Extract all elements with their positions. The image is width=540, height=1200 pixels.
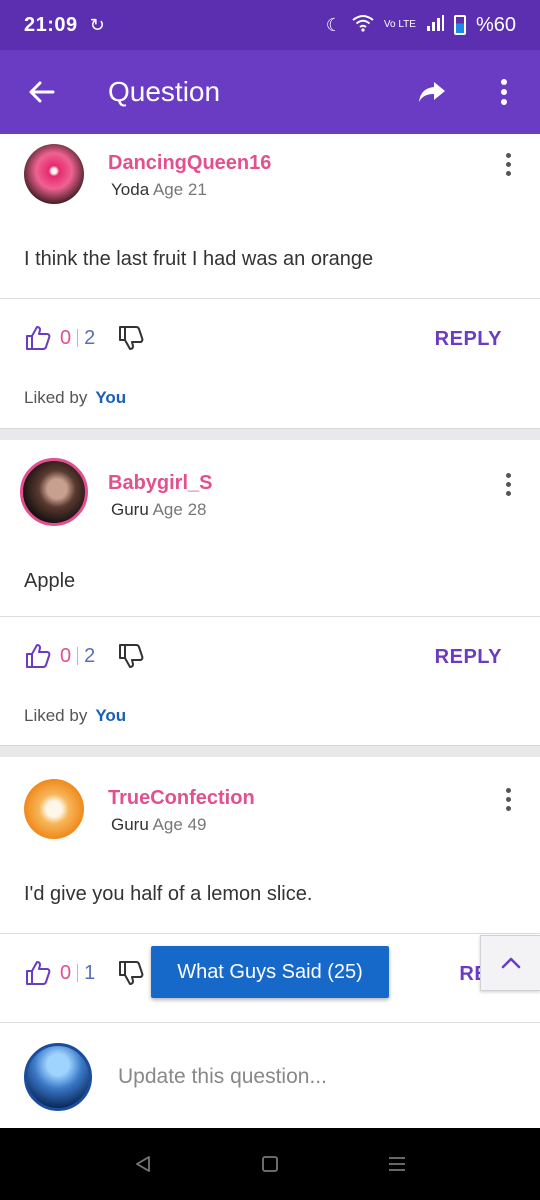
user-level: Guru [111,500,149,519]
count-separator [77,647,79,665]
divider [0,933,540,934]
status-icons: ☾ Vo LTE %60 [326,14,516,37]
status-bar: 21:09 ↻ ☾ Vo LTE %60 [0,0,540,50]
nav-back-icon[interactable] [123,1144,163,1184]
share-icon [419,82,445,102]
signal-icon [426,14,444,36]
card-gap [0,745,540,757]
answer-more-button[interactable] [496,466,520,502]
thumb-down-icon[interactable] [117,324,145,352]
user-age: Age 21 [152,180,207,199]
answer-more-button[interactable] [496,781,520,817]
vote-row: 0 1 [24,953,145,993]
liked-by-user[interactable]: You [95,388,126,407]
card-gap [0,428,540,440]
answer-card: Babygirl_S Guru Age 28 Apple 0 2 REPLY L… [0,440,540,745]
liked-by: Liked by You [24,706,126,726]
count-separator [77,329,79,347]
username[interactable]: DancingQueen16 [108,152,271,175]
user-level: Guru [111,815,149,834]
system-nav-bar [0,1128,540,1200]
vote-total: 1 [84,961,96,984]
like-count: 0 [60,326,72,349]
update-question-bar[interactable]: Update this question... [0,1022,540,1128]
reply-button[interactable]: REPLY [435,328,502,351]
divider [0,298,540,299]
nav-recents-icon[interactable] [377,1144,417,1184]
status-time: 21:09 [24,13,78,36]
vote-row: 0 2 [24,318,145,358]
back-button[interactable] [0,50,84,134]
chevron-up-icon [501,957,520,969]
current-user-avatar [24,1043,92,1111]
thumb-down-icon[interactable] [117,642,145,670]
username[interactable]: Babygirl_S [108,472,212,495]
answer-more-button[interactable] [496,146,520,182]
more-vert-icon [501,79,507,105]
answer-text: I think the last fruit I had was an oran… [24,248,374,270]
vote-total: 2 [84,326,96,349]
scroll-to-top-button[interactable] [480,935,540,991]
like-count: 0 [60,961,72,984]
share-button[interactable] [396,50,468,134]
nav-home-icon[interactable] [250,1144,290,1184]
sync-icon: ↻ [89,14,105,35]
username[interactable]: TrueConfection [108,787,255,810]
avatar[interactable] [20,458,88,526]
vote-total: 2 [84,644,96,667]
answers-feed: DancingQueen16 Yoda Age 21 I think the l… [0,134,540,1022]
divider [0,616,540,617]
more-options-button[interactable] [468,50,540,134]
user-age: Age 28 [152,500,207,519]
user-meta: Guru Age 49 [111,815,206,835]
user-meta: Guru Age 28 [111,500,206,520]
liked-by-label: Liked by [24,388,88,407]
moon-icon: ☾ [325,14,342,35]
wifi-icon [352,14,374,37]
page-title: Question [108,76,221,107]
user-meta: Yoda Age 21 [111,180,207,200]
liked-by-user[interactable]: You [95,706,126,725]
answer-card: DancingQueen16 Yoda Age 21 I think the l… [0,134,540,428]
what-guys-said-button[interactable]: What Guys Said (25) [151,946,389,998]
thumb-up-icon[interactable] [24,324,52,352]
thumb-down-icon[interactable] [117,959,145,987]
answer-text: I'd give you half of a lemon slice. [24,883,313,905]
battery-icon [453,15,466,35]
thumb-up-icon[interactable] [24,959,52,987]
liked-by-label: Liked by [24,706,88,725]
user-age: Age 49 [152,815,207,834]
volte-label: Vo LTE [383,19,416,30]
avatar[interactable] [24,779,84,839]
update-question-input[interactable]: Update this question... [118,1065,327,1089]
thumb-up-icon[interactable] [24,642,52,670]
app-bar: Question [0,50,540,134]
battery-percent: %60 [475,13,516,36]
avatar[interactable] [24,144,84,204]
count-separator [77,964,79,982]
reply-button[interactable]: REPLY [435,646,502,669]
vote-row: 0 2 [24,636,145,676]
answer-text: Apple [24,570,76,592]
arrow-left-icon [29,81,55,103]
liked-by: Liked by You [24,388,126,408]
like-count: 0 [60,644,72,667]
user-level: Yoda [111,180,150,199]
